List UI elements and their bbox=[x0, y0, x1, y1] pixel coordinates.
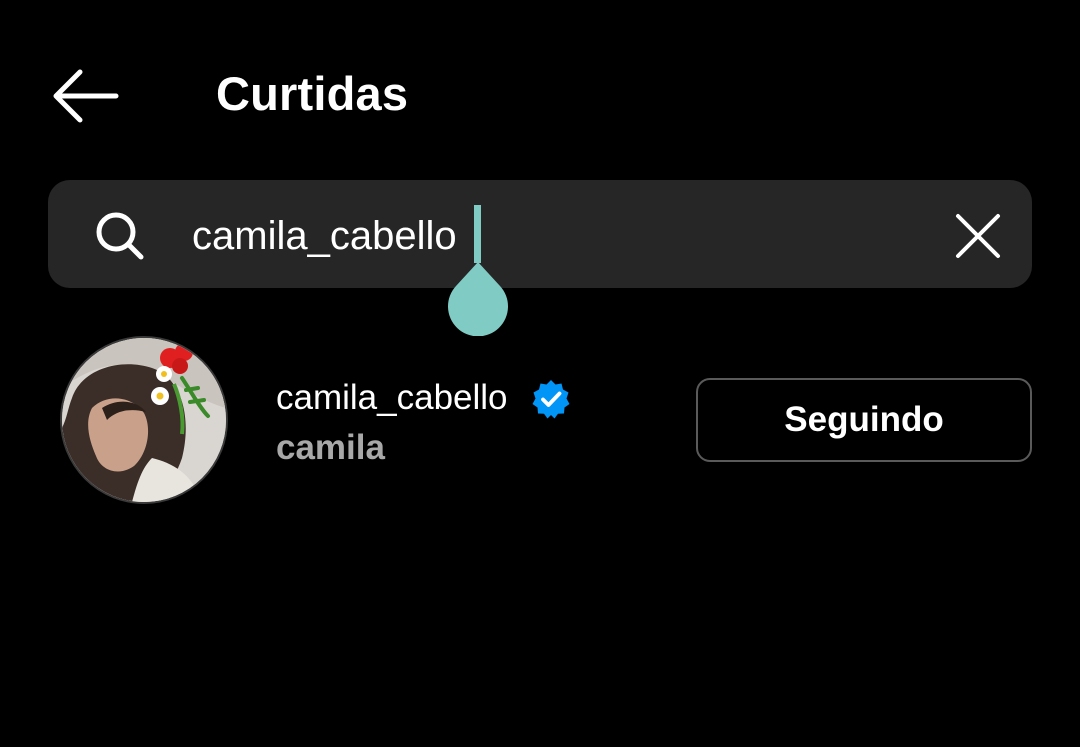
arrow-left-icon bbox=[53, 69, 119, 123]
search-input[interactable] bbox=[192, 206, 892, 266]
result-full-name: camila bbox=[276, 428, 385, 467]
avatar[interactable] bbox=[60, 336, 228, 504]
search-icon bbox=[92, 210, 148, 262]
page-title: Curtidas bbox=[216, 67, 409, 120]
clear-search-button[interactable] bbox=[950, 208, 1006, 264]
text-selection-handle[interactable] bbox=[448, 262, 508, 337]
result-username[interactable]: camila_cabello bbox=[276, 376, 508, 420]
header-bar: Curtidas bbox=[0, 0, 1080, 180]
verified-badge-icon bbox=[530, 378, 572, 420]
close-icon bbox=[956, 214, 1000, 258]
text-cursor bbox=[474, 205, 481, 263]
following-button[interactable]: Seguindo bbox=[696, 378, 1032, 462]
back-button[interactable] bbox=[44, 62, 124, 130]
